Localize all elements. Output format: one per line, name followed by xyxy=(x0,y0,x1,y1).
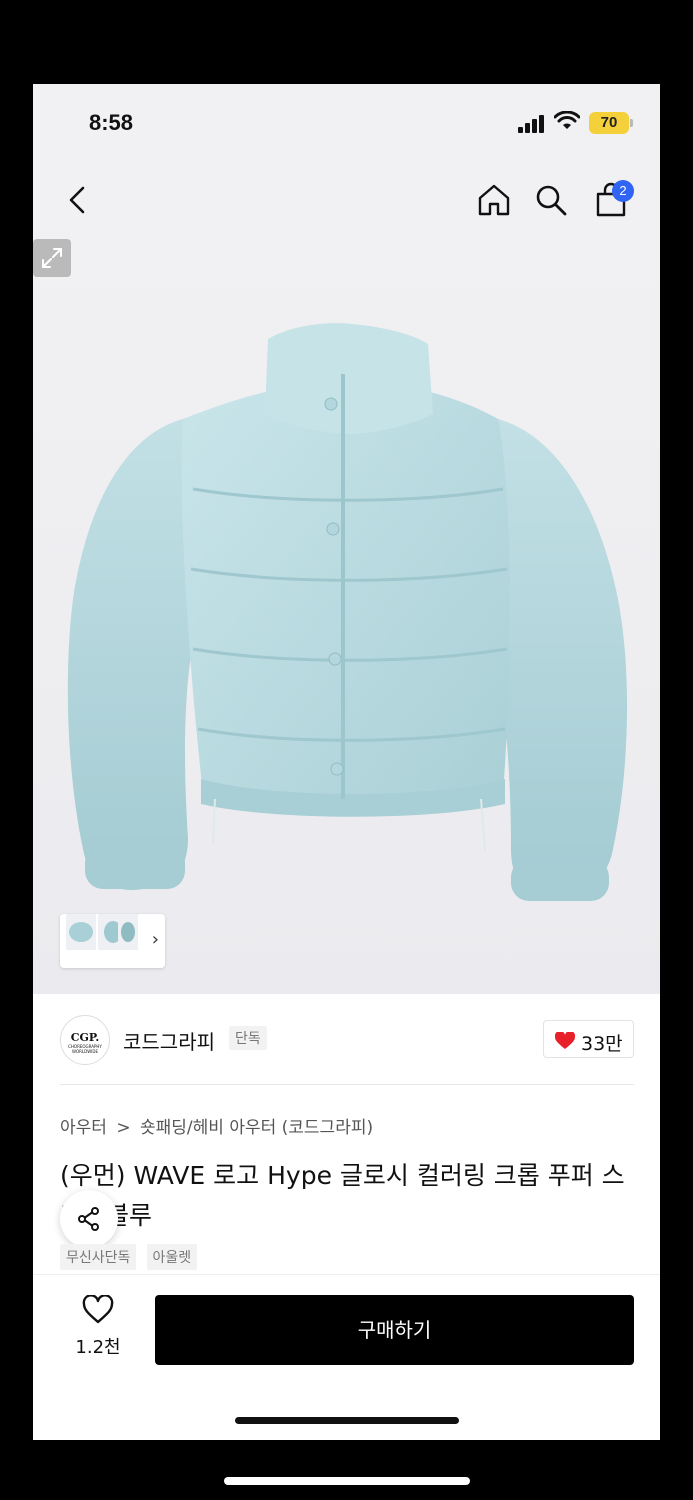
product-tag: 무신사단독 xyxy=(60,1244,137,1270)
search-icon[interactable] xyxy=(533,182,569,218)
brand-like-count: 33만 xyxy=(581,1033,623,1055)
thumbnail-back[interactable] xyxy=(118,914,138,950)
brand-like-button[interactable]: 33만 xyxy=(543,1020,634,1058)
image-thumbnails[interactable]: › xyxy=(60,914,165,968)
status-bar: 8:58 70 xyxy=(33,84,660,164)
home-icon[interactable] xyxy=(476,182,512,218)
phone-screen: 8:58 70 2 › CGP. CHOREOGRAPHY WORLDWIDE … xyxy=(33,84,660,1440)
chevron-right-icon[interactable]: › xyxy=(152,929,159,950)
back-icon[interactable] xyxy=(61,182,97,218)
exclusive-badge: 단독 xyxy=(229,1026,267,1050)
cart-count-badge: 2 xyxy=(612,180,634,202)
wishlist-button[interactable]: 1.2천 xyxy=(63,1294,133,1359)
puffer-jacket-image xyxy=(67,322,628,901)
breadcrumb-separator: > xyxy=(116,1118,131,1138)
battery-indicator: 70 xyxy=(589,112,633,134)
wifi-icon xyxy=(554,111,580,129)
breadcrumb-subcategory[interactable]: 숏패딩/헤비 아우터 (코드그라피) xyxy=(140,1118,373,1138)
outer-home-indicator xyxy=(224,1477,470,1485)
product-tags: 무신사단독 아울렛 xyxy=(60,1244,202,1270)
product-image[interactable]: › xyxy=(33,239,660,994)
brand-logo-text: CGP. xyxy=(70,1031,100,1044)
signal-icon xyxy=(518,113,548,133)
product-tag: 아울렛 xyxy=(146,1244,198,1270)
divider xyxy=(60,1084,634,1085)
heart-filled-icon xyxy=(555,1032,575,1049)
brand-name[interactable]: 코드그라피 xyxy=(123,1026,215,1055)
wishlist-count: 1.2천 xyxy=(75,1337,121,1358)
breadcrumb: 아우터 > 숏패딩/헤비 아우터 (코드그라피) xyxy=(60,1113,377,1138)
top-nav xyxy=(33,164,660,239)
share-icon xyxy=(78,1207,99,1231)
share-button[interactable] xyxy=(60,1190,118,1248)
heart-outline-icon xyxy=(82,1294,114,1324)
bottom-action-bar: 1.2천 구매하기 xyxy=(33,1274,660,1440)
thumbnail-front[interactable] xyxy=(66,914,96,950)
home-indicator xyxy=(235,1417,459,1424)
status-time: 8:58 xyxy=(89,110,134,135)
brand-logo-subtext: CHOREOGRAPHY WORLDWIDE xyxy=(68,1044,102,1054)
expand-icon[interactable] xyxy=(33,239,71,277)
brand-logo[interactable]: CGP. CHOREOGRAPHY WORLDWIDE xyxy=(60,1015,110,1065)
buy-button[interactable]: 구매하기 xyxy=(155,1295,634,1365)
breadcrumb-category[interactable]: 아우터 xyxy=(60,1118,107,1138)
product-title: (우먼) WAVE 로고 Hype 글로시 컬러링 크롭 푸퍼 스카이블루 xyxy=(60,1161,625,1230)
